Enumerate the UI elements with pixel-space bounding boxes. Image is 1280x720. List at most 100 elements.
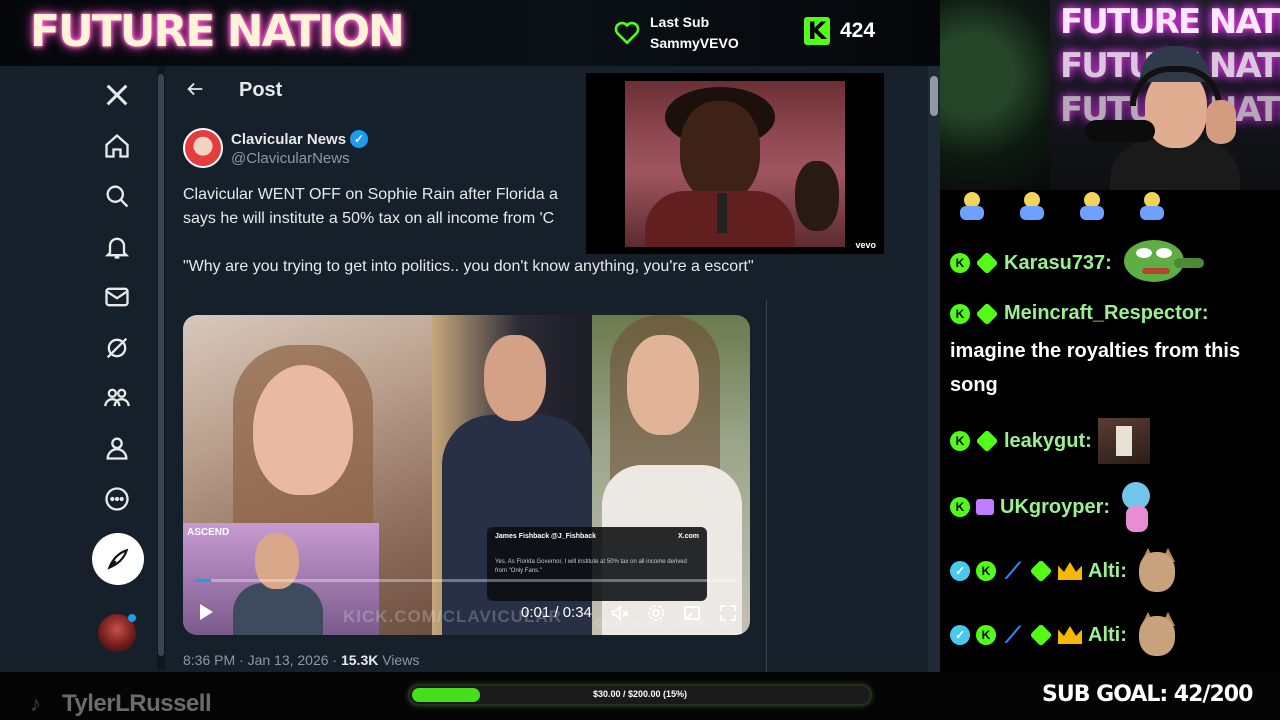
chat-username[interactable]: UKgroyper: xyxy=(1000,496,1110,519)
settings-button[interactable] xyxy=(646,603,666,623)
chat-message: K leakygut: xyxy=(950,418,1150,464)
kick-badge-icon: K xyxy=(950,431,970,451)
messages-icon[interactable] xyxy=(98,278,136,316)
chat-message: K UKgroyper: xyxy=(950,482,1156,532)
verified-badge-icon: ✓ xyxy=(950,561,970,581)
author-avatar[interactable] xyxy=(183,128,223,168)
channel-tag: ♪ TylerLRussell xyxy=(30,690,212,718)
emote-body xyxy=(1020,206,1044,220)
nav-scrollbar[interactable] xyxy=(157,66,165,670)
home-icon[interactable] xyxy=(98,127,136,165)
chat-username[interactable]: Meincraft_Respector: xyxy=(1004,302,1209,325)
profile-icon[interactable] xyxy=(98,429,136,467)
pepe-eye xyxy=(1135,248,1152,258)
chat-message-text: imagine the royalties from this song xyxy=(950,340,1241,396)
kick-badge-icon: K xyxy=(950,253,970,273)
emote-icon xyxy=(1076,190,1108,222)
diamond-badge-icon xyxy=(1030,560,1052,582)
kick-viewers-widget: K 424 xyxy=(804,17,875,45)
kick-badge-icon: K xyxy=(950,497,970,517)
verified-badge-icon: ✓ xyxy=(350,130,369,148)
last-sub-name: SammyVEVO xyxy=(650,35,739,51)
author-handle[interactable]: @ClavicularNews xyxy=(231,150,368,167)
page-scrollbar[interactable] xyxy=(928,66,940,672)
gift-badge-icon xyxy=(976,499,994,515)
brand-logo: FUTURE NATION xyxy=(30,6,405,57)
chat-username[interactable]: Karasu737: xyxy=(1004,252,1112,275)
video-player[interactable]: ASCEND James Fishback @J_Fishback X.com Y… xyxy=(183,315,750,635)
emote-body xyxy=(1140,206,1164,220)
cat-emote-icon xyxy=(1133,546,1181,596)
pepe-emote-icon xyxy=(1118,236,1204,290)
emote-icon xyxy=(1097,418,1150,464)
cat-emote-icon xyxy=(1133,610,1181,660)
nav-scrollbar-thumb[interactable] xyxy=(158,74,164,656)
embedded-card-text: Yes. As Florida Governor, I will institu… xyxy=(495,559,687,574)
neon-sign-line-1: FUTURE NATION xyxy=(1060,2,1280,42)
cat-head xyxy=(1138,616,1175,656)
notifications-icon[interactable] xyxy=(98,228,136,266)
verified-badge-icon: ✓ xyxy=(950,625,970,645)
stream-screen: FUTURE NATION Last Sub SammyVEVO K 424 P… xyxy=(0,0,1280,720)
mute-icon xyxy=(612,604,629,622)
views-label: Views xyxy=(378,652,420,668)
donation-goal-label: $30.00 / $200.00 (15%) xyxy=(592,689,688,699)
fullscreen-icon xyxy=(720,605,736,621)
mute-button[interactable] xyxy=(610,603,630,623)
post-author[interactable]: Clavicular News ✓ @ClavicularNews xyxy=(183,128,369,168)
x-logo-icon[interactable] xyxy=(98,76,136,114)
crown-badge-icon xyxy=(1058,626,1082,644)
cat-head xyxy=(1138,552,1175,592)
last-sub-widget: Last Sub SammyVEVO xyxy=(614,12,739,54)
last-sub-label: Last Sub xyxy=(650,14,710,30)
embedded-card-name: James Fishback @J_Fishback xyxy=(495,533,596,540)
music-video-frame xyxy=(625,81,845,247)
music-video-overlay: vevo xyxy=(586,73,884,254)
account-avatar[interactable] xyxy=(98,614,136,652)
chat-message: ✓ K ⟋ Alti: xyxy=(950,610,1181,660)
post-text: Clavicular WENT OFF on Sophie Rain after… xyxy=(183,183,593,231)
video-progress-bar[interactable] xyxy=(195,579,738,582)
post-text-line-1: Clavicular WENT OFF on Sophie Rain after… xyxy=(183,186,558,203)
kick-badge-icon: K xyxy=(950,303,970,324)
pip-button[interactable] xyxy=(682,603,702,623)
views-count: 15.3K xyxy=(340,652,379,668)
webcam-feed: FUTURE NATION FUTURE NATION FUTURE NATIO… xyxy=(940,0,1280,190)
arrow-left-icon xyxy=(187,82,203,96)
fullscreen-button[interactable] xyxy=(718,603,738,623)
chat-message: K Karasu737: xyxy=(950,236,1204,290)
communities-icon[interactable] xyxy=(98,379,136,417)
page-scrollbar-thumb[interactable] xyxy=(930,76,938,116)
video-left-face xyxy=(253,365,353,495)
embedded-tweet-card: James Fishback @J_Fishback X.com Yes. As … xyxy=(487,527,707,601)
back-button[interactable] xyxy=(184,78,206,100)
anime-body xyxy=(1126,506,1149,532)
emote-icon xyxy=(1136,190,1168,222)
mv-microphone xyxy=(717,193,727,233)
gear-icon xyxy=(648,605,664,621)
video-middle-head xyxy=(484,335,546,421)
crown-badge-icon xyxy=(1058,562,1082,580)
streamer-hand xyxy=(1206,100,1236,144)
sword-badge-icon: ⟋ xyxy=(1005,558,1021,583)
embedded-card-brand: X.com xyxy=(677,533,699,540)
more-icon[interactable] xyxy=(98,480,136,518)
channel-name: TylerLRussell xyxy=(62,690,212,717)
heart-icon xyxy=(614,21,640,45)
play-button[interactable] xyxy=(197,603,215,621)
chat-emote-row xyxy=(956,190,1168,222)
kick-count: 424 xyxy=(840,19,876,42)
embedded-card-name-text: James Fishback xyxy=(495,533,550,540)
chat-username[interactable]: Alti: xyxy=(1088,560,1127,583)
post-compose-button[interactable] xyxy=(92,533,144,585)
pepe-arm xyxy=(1173,258,1204,268)
grok-icon[interactable] xyxy=(98,329,136,367)
post-timestamp[interactable]: 8:36 PM · Jan 13, 2026 · xyxy=(183,652,341,668)
streamer-mic xyxy=(1085,120,1155,142)
search-icon[interactable] xyxy=(98,177,136,215)
chat-username[interactable]: Alti: xyxy=(1088,624,1127,647)
mv-singer xyxy=(680,101,760,201)
author-name[interactable]: Clavicular News xyxy=(231,131,346,148)
chat-username[interactable]: leakygut: xyxy=(1004,430,1092,453)
mv-background-person xyxy=(795,161,839,231)
